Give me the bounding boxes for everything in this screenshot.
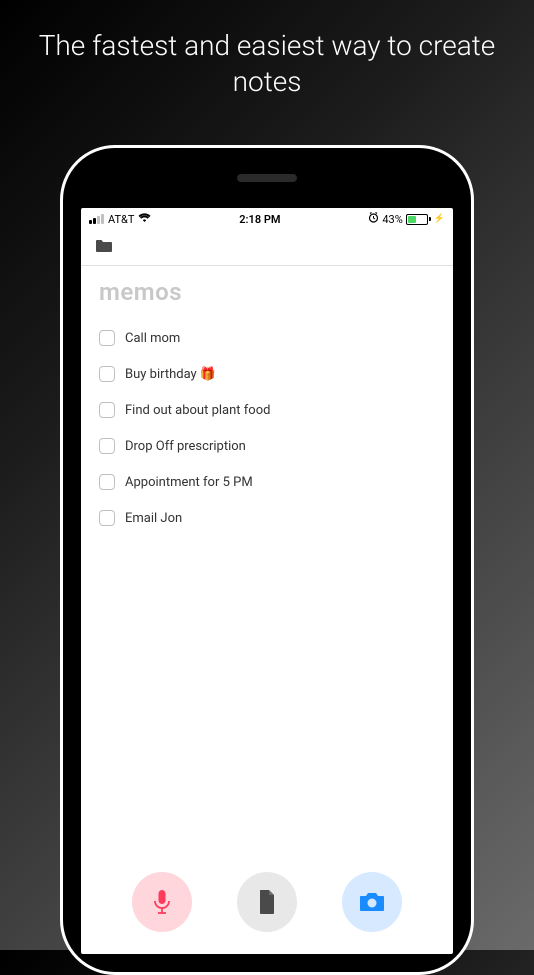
status-right: 43% ⚡ [368, 212, 445, 226]
memo-text: Call mom [125, 331, 180, 346]
memo-item[interactable]: Drop Off prescription [99, 428, 435, 464]
status-bar: AT&T 2:18 PM 43% [81, 208, 453, 228]
memo-item[interactable]: Buy birthday 🎁 [99, 356, 435, 392]
mic-icon [151, 888, 173, 916]
section-title: memos [99, 278, 435, 306]
memo-item[interactable]: Email Jon [99, 500, 435, 536]
phone-speaker [237, 174, 297, 182]
memo-text: Find out about plant food [125, 403, 270, 418]
checkbox-icon[interactable] [99, 474, 115, 490]
charging-icon: ⚡ [434, 214, 445, 224]
folder-icon[interactable] [95, 238, 113, 257]
phone-mockup-frame: AT&T 2:18 PM 43% [60, 145, 474, 975]
bottom-action-bar [81, 856, 453, 954]
battery-icon [406, 214, 431, 225]
marketing-tagline: The fastest and easiest way to create no… [0, 0, 534, 101]
mic-button[interactable] [132, 872, 192, 932]
checkbox-icon[interactable] [99, 510, 115, 526]
checkbox-icon[interactable] [99, 402, 115, 418]
camera-button[interactable] [342, 872, 402, 932]
toolbar [81, 228, 453, 266]
checkbox-icon[interactable] [99, 438, 115, 454]
memo-item[interactable]: Call mom [99, 320, 435, 356]
memo-text: Appointment for 5 PM [125, 475, 253, 490]
memo-item[interactable]: Find out about plant food [99, 392, 435, 428]
wifi-icon [138, 213, 151, 226]
status-time: 2:18 PM [239, 213, 280, 226]
carrier-label: AT&T [108, 213, 134, 226]
alarm-icon [368, 212, 379, 226]
content-area: memos Call mom Buy birthday 🎁 Find out a… [81, 266, 453, 856]
file-button[interactable] [237, 872, 297, 932]
memo-text: Email Jon [125, 511, 182, 526]
signal-icon [89, 214, 104, 224]
camera-icon [358, 891, 386, 913]
phone-screen: AT&T 2:18 PM 43% [81, 208, 453, 954]
memo-list: Call mom Buy birthday 🎁 Find out about p… [99, 320, 435, 536]
memo-item[interactable]: Appointment for 5 PM [99, 464, 435, 500]
status-left: AT&T [89, 213, 151, 226]
file-icon [257, 889, 277, 915]
battery-pct: 43% [382, 213, 402, 226]
memo-text: Drop Off prescription [125, 439, 246, 454]
checkbox-icon[interactable] [99, 330, 115, 346]
checkbox-icon[interactable] [99, 366, 115, 382]
memo-text: Buy birthday 🎁 [125, 367, 216, 382]
